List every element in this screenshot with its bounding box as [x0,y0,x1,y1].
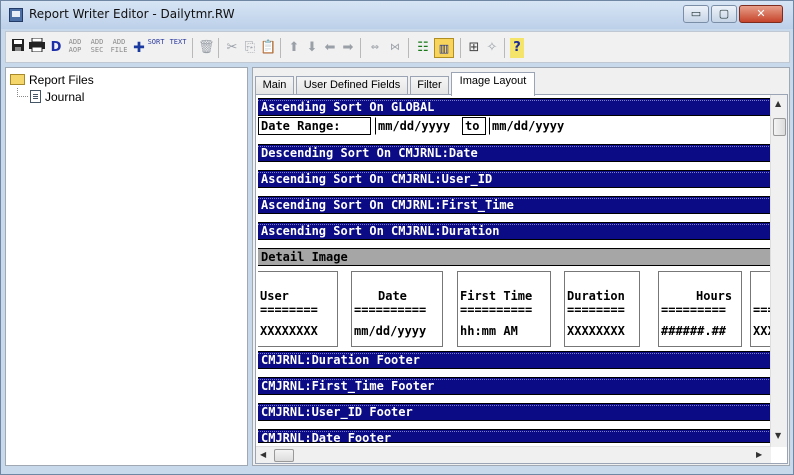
toolbar-separator [460,38,461,58]
tab-main[interactable]: Main [255,76,294,95]
column-underline: ======== [567,303,625,317]
title-bar[interactable]: Report Writer Editor - Dailytmr.RW ▭ ▢ ✕ [1,1,793,29]
footer-band-duration[interactable]: CMJRNL:Duration Footer [258,351,771,369]
date-range-row[interactable]: Date Range: mm/dd/yyyy to mm/dd/yyyy [258,117,771,135]
detail-column-date[interactable]: Date ========== mm/dd/yyyy [351,271,443,347]
column-value: ######.## [661,324,727,338]
footer-band-user-id[interactable]: CMJRNL:User_ID Footer [258,403,771,421]
add-icon[interactable]: ✚ [132,38,146,58]
add-aop-button[interactable]: ADD AOP [66,38,84,58]
sort-band-first-time[interactable]: Ascending Sort On CMJRNL:First_Time [258,196,771,214]
add-text-button[interactable]: TEXT [168,38,188,58]
maximize-button[interactable]: ▢ [711,5,737,23]
scroll-down-arrow-icon[interactable]: ▼ [775,431,781,440]
sort-band-duration[interactable]: Ascending Sort On CMJRNL:Duration [258,222,771,240]
column-header: Duration [567,289,625,303]
wand-icon[interactable]: ✧ [484,38,500,58]
horizontal-scroll-thumb[interactable] [274,449,294,462]
tree-connector [17,88,28,97]
detail-column-duration[interactable]: Duration ======== XXXXXXXX [564,271,640,347]
tab-user-defined-fields[interactable]: User Defined Fields [296,76,408,95]
report-files-tree: Report Files Journal [5,67,248,466]
detail-column-hours[interactable]: Hours ========= ######.## [658,271,742,347]
tree-icon[interactable]: ⊞ [466,38,482,58]
paste-icon[interactable]: 📋 [260,38,276,58]
detail-image-band[interactable]: Detail Image [258,248,771,266]
save-icon[interactable] [10,38,26,58]
move-left-icon[interactable]: ⬅ [322,38,338,58]
tree-root-report-files[interactable]: Report Files [10,72,94,88]
d-button[interactable]: D [50,38,62,58]
copy-icon[interactable]: ⎘ [242,38,258,58]
tab-filter[interactable]: Filter [410,76,449,95]
scroll-left-arrow-icon[interactable]: ◀ [260,450,266,459]
sort-band-user-id[interactable]: Ascending Sort On CMJRNL:User_ID [258,170,771,188]
date-from-field[interactable]: mm/dd/yyyy [375,117,461,135]
cut-icon[interactable]: ✂ [224,38,240,58]
toolbar-separator [360,38,361,58]
column-value: mm/dd/yyyy [354,324,427,338]
document-icon [30,90,41,103]
minimize-button[interactable]: ▭ [683,5,709,23]
vertical-scroll-thumb[interactable] [773,118,786,136]
column-header: First Time [460,289,533,303]
sort-band-date[interactable]: Descending Sort On CMJRNL:Date [258,144,771,162]
image-layout-canvas: Ascending Sort On GLOBAL Date Range: mm/… [255,94,788,464]
tree-item-journal[interactable]: Journal [30,89,84,105]
toolbar-separator [218,38,219,58]
toolbar-separator [280,38,281,58]
printer-icon[interactable] [28,37,46,58]
delete-icon[interactable]: 🗑 [198,38,215,58]
column-underline: ========== [354,303,427,317]
detail-column-first-time[interactable]: First Time ========== hh:mm AM [457,271,551,347]
vertical-scrollbar[interactable]: ▲ ▼ [770,95,787,447]
date-range-label: Date Range: [258,117,371,135]
toolbar-separator [504,38,505,58]
column-underline: ========= [661,303,727,317]
scroll-up-arrow-icon[interactable]: ▲ [775,99,781,108]
close-button[interactable]: ✕ [739,5,783,23]
footer-band-first-time[interactable]: CMJRNL:First_Time Footer [258,377,771,395]
column-header: Date [378,289,407,303]
toolbar-separator [408,38,409,58]
scroll-right-arrow-icon[interactable]: ▶ [756,450,762,459]
column-value: hh:mm AM [460,324,518,338]
help-button[interactable]: ? [510,38,524,58]
collapse-icon[interactable]: ⋈ [386,38,404,58]
column-underline: ========== [460,303,533,317]
tree-root-label: Report Files [29,73,94,87]
column-header: User [260,289,289,303]
tree-item-label: Journal [45,90,85,104]
move-down-icon[interactable]: ⬇ [304,38,320,58]
expand-icon[interactable]: ⇔ [366,38,384,58]
detail-image-area: User ======== XXXXXXXX Date ========== m… [258,267,780,350]
layout-icon[interactable]: ☷ [414,38,432,58]
column-underline: ======== [260,303,318,317]
move-up-icon[interactable]: ⬆ [286,38,302,58]
folder-icon [10,74,25,85]
report-writer-window: Report Writer Editor - Dailytmr.RW ▭ ▢ ✕… [0,0,794,475]
column-value: XXXXXXXX [260,324,318,338]
add-sort-button[interactable]: SORT [146,38,166,58]
footer-band-date[interactable]: CMJRNL:Date Footer [258,429,771,443]
add-file-button[interactable]: ADD FILE [110,38,128,58]
detail-column-user[interactable]: User ======== XXXXXXXX [258,271,338,347]
sort-band-global[interactable]: Ascending Sort On GLOBAL [258,98,771,116]
column-header: Hours [696,289,733,303]
window-title: Report Writer Editor - Dailytmr.RW [29,7,235,21]
image-view-icon[interactable]: ▥ [434,38,454,58]
add-sec-button[interactable]: ADD SEC [88,38,106,58]
editor-panel: Main User Defined Fields Filter Image La… [252,67,790,466]
date-to-label: to [462,117,486,135]
app-icon [9,8,23,22]
horizontal-scrollbar[interactable]: ◀ ▶ [256,446,771,463]
column-value: XXXXXXXX [567,324,625,338]
move-right-icon[interactable]: ➡ [340,38,356,58]
toolbar-separator [192,38,193,58]
tab-image-layout[interactable]: Image Layout [451,72,535,96]
toolbar: D ADD AOP ADD SEC ADD FILE ✚ SORT TEXT 🗑… [5,31,790,63]
date-to-field[interactable]: mm/dd/yyyy [489,117,579,135]
